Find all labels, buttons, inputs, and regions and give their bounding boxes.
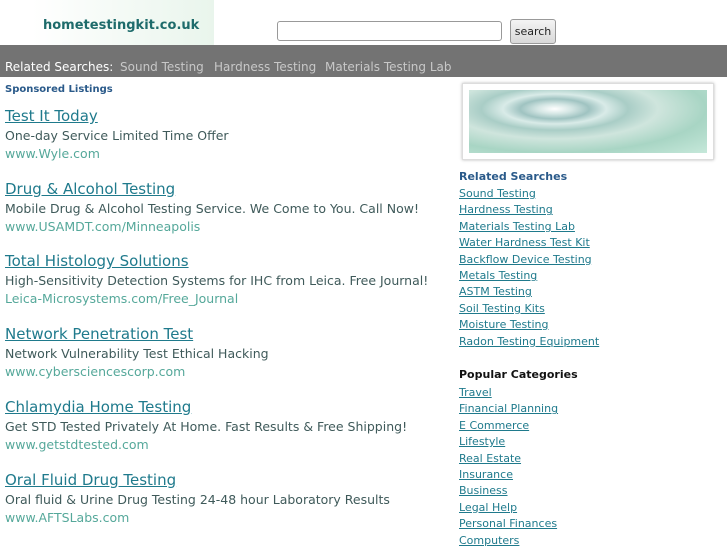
search-input[interactable] [277, 21, 502, 41]
ad-title-link[interactable]: Oral Fluid Drug Testing [5, 471, 390, 489]
popular-categories-heading: Popular Categories [459, 368, 578, 381]
popular-category-link[interactable]: Insurance [459, 468, 513, 481]
ad-description: Network Vulnerability Test Ethical Hacki… [5, 346, 269, 362]
popular-category-link[interactable]: Travel [459, 386, 492, 399]
popular-category-link[interactable]: Real Estate [459, 452, 521, 465]
ad-listing: Oral Fluid Drug Testing Oral fluid & Urin… [5, 471, 390, 526]
related-searches-bar: Related Searches: Sound Testing Hardness… [0, 45, 727, 77]
popular-category-link[interactable]: Business [459, 484, 508, 497]
ad-title-link[interactable]: Drug & Alcohol Testing [5, 180, 419, 198]
related-search-link[interactable]: Hardness Testing [459, 203, 553, 216]
ad-listing: Drug & Alcohol Testing Mobile Drug & Alco… [5, 180, 419, 235]
ad-listing: Chlamydia Home Testing Get STD Tested Pri… [5, 398, 407, 453]
related-bar-link[interactable]: Materials Testing Lab [325, 60, 451, 74]
related-search-link[interactable]: Moisture Testing [459, 318, 549, 331]
ad-url-link[interactable]: www.USAMDT.com/Minneapolis [5, 219, 419, 235]
ad-description: Get STD Tested Privately At Home. Fast R… [5, 418, 408, 434]
popular-category-link[interactable]: E Commerce [459, 419, 529, 432]
related-search-link[interactable]: Backflow Device Testing [459, 253, 592, 266]
related-bar-link[interactable]: Hardness Testing [214, 60, 316, 74]
ad-description: High-Sensitivity Detection Systems for I… [5, 273, 429, 289]
ad-title-link[interactable]: Chlamydia Home Testing [5, 398, 407, 416]
site-logo[interactable]: hometestingkit.co.uk [43, 18, 199, 33]
ad-url-link[interactable]: www.AFTSLabs.com [5, 510, 390, 526]
ad-url-link[interactable]: www.Wyle.com [5, 146, 229, 162]
ad-listing: Total Histology Solutions High-Sensitivit… [5, 252, 428, 307]
related-search-link[interactable]: Metals Testing [459, 269, 537, 282]
related-search-link[interactable]: Radon Testing Equipment [459, 335, 599, 348]
ad-title-link[interactable]: Total Histology Solutions [5, 252, 428, 270]
ad-description: Oral fluid & Urine Drug Testing 24-48 ho… [5, 491, 390, 507]
ad-listing: Network Penetration Test Network Vulnerab… [5, 325, 269, 380]
popular-category-link[interactable]: Personal Finances [459, 517, 557, 530]
ad-url-link[interactable]: www.getstdtested.com [5, 437, 407, 453]
ad-url-link[interactable]: www.cybersciencescorp.com [5, 364, 269, 380]
related-bar-link[interactable]: Sound Testing [120, 60, 204, 74]
search-button[interactable]: search [510, 19, 556, 44]
related-search-link[interactable]: Sound Testing [459, 187, 536, 200]
ad-title-link[interactable]: Network Penetration Test [5, 325, 269, 343]
ad-description: Mobile Drug & Alcohol Testing Service. W… [5, 200, 419, 216]
related-search-link[interactable]: Water Hardness Test Kit [459, 236, 590, 249]
popular-category-link[interactable]: Lifestyle [459, 435, 505, 448]
related-search-link[interactable]: Materials Testing Lab [459, 220, 575, 233]
ad-description: One-day Service Limited Time Offer [5, 128, 229, 143]
popular-category-link[interactable]: Legal Help [459, 501, 517, 514]
ad-listing: Test It Today One-day Service Limited Tim… [5, 107, 229, 162]
related-searches-heading: Related Searches [459, 170, 568, 183]
related-bar-label: Related Searches: [5, 60, 114, 74]
ad-url-link[interactable]: Leica-Microsystems.com/Free_Journal [5, 291, 428, 307]
water-ripple-image [462, 83, 714, 160]
popular-category-link[interactable]: Financial Planning [459, 402, 558, 415]
related-search-link[interactable]: Soil Testing Kits [459, 302, 545, 315]
ad-title-link[interactable]: Test It Today [5, 107, 229, 125]
sponsored-heading: Sponsored Listings [5, 84, 113, 95]
related-search-link[interactable]: ASTM Testing [459, 285, 532, 298]
